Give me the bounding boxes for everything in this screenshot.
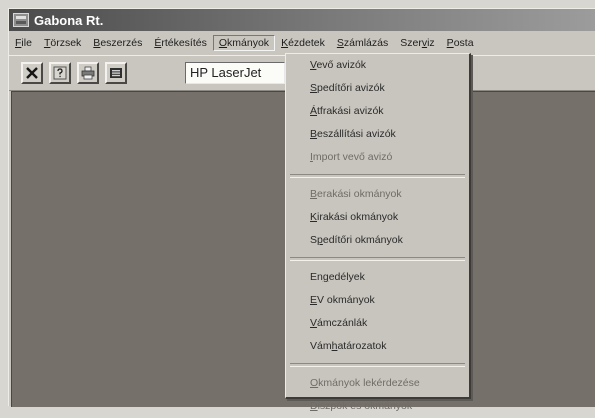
menu-file[interactable]: File [9,35,38,51]
menu-separator [290,363,465,367]
menu-item-import-vevo-avizo[interactable]: Import vevő avizó [286,146,469,169]
application-window: Gabona Rt. File Törzsek Beszerzés Értéke… [8,8,595,412]
title-bar[interactable]: Gabona Rt. [9,9,595,31]
menu-item-okmanyok-lekerdezese[interactable]: Okmányok lekérdezése [286,372,469,395]
menu-beszerzes[interactable]: Beszerzés [87,35,148,51]
menu-bar: File Törzsek Beszerzés Értékesítés Okmán… [9,33,595,53]
menu-separator [290,257,465,261]
menu-okmanyok[interactable]: Okmányok [212,35,276,51]
print-button[interactable] [77,62,99,84]
form-icon [110,68,122,78]
close-button[interactable] [21,62,43,84]
menu-szerviz[interactable]: Szerviz [394,35,440,51]
okmanyok-dropdown-menu: Vevő avizók Spedítőri avizók Átfrakási a… [285,53,471,412]
menu-ertekesites[interactable]: Értékesítés [148,35,213,51]
menu-posta[interactable]: Posta [441,35,480,51]
help-button[interactable] [49,62,71,84]
menu-item-vamhatarozatok[interactable]: Vámhatározatok [286,335,469,358]
printer-name: HP LaserJet [190,65,262,80]
window-title: Gabona Rt. [34,12,104,28]
close-x-icon [26,67,38,79]
menu-item-berakasi-okmanyok[interactable]: Berakási okmányok [286,183,469,206]
menu-item-vevo-avizok[interactable]: Vevő avizók [286,54,469,77]
menu-kezdetek[interactable]: Kézdetek [275,35,331,51]
menu-item-ev-okmanyok[interactable]: EV okmányok [286,289,469,312]
menu-separator [290,174,465,178]
menu-item-kirakasi-okmanyok[interactable]: Kirakási okmányok [286,206,469,229]
menu-item-engedelyek[interactable]: Engedélyek [286,266,469,289]
menu-szamlazas[interactable]: Számlázás [331,35,394,51]
app-icon[interactable] [13,13,29,27]
printer-icon [81,66,95,80]
menu-item-speditori-okmanyok[interactable]: Spedítőri okmányok [286,229,469,252]
menu-item-diszpok-es-okmanyok[interactable]: Diszpók és okmányok [286,395,469,418]
menu-torzsek[interactable]: Törzsek [38,35,87,51]
form-button[interactable] [105,62,127,84]
menu-item-beszallitasi-avizok[interactable]: Beszállítási avizók [286,123,469,146]
help-icon [53,66,67,80]
menu-item-vamczanlak[interactable]: Vámczánlák [286,312,469,335]
printer-select[interactable]: HP LaserJet [185,62,285,84]
menu-item-atrakasi-avizok[interactable]: Átfrakási avizók [286,100,469,123]
menu-item-speditori-avizok[interactable]: Spedítőri avizók [286,77,469,100]
